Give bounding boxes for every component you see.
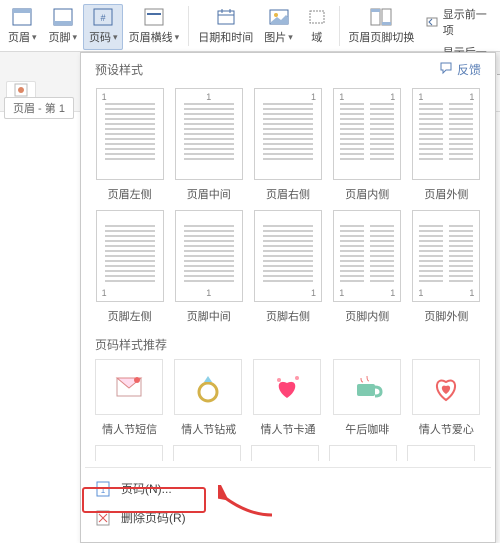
style-thumb[interactable]: [174, 359, 242, 415]
preset-label: 页脚左侧: [108, 308, 152, 324]
page-number-icon: #: [92, 7, 114, 27]
ribbon-footer-label: 页脚: [48, 29, 70, 45]
ribbon-separator: [339, 6, 340, 46]
page-number-menu-label: 页码(N)...: [121, 480, 172, 497]
style-thumb[interactable]: [333, 359, 401, 415]
preset-label: 页脚内侧: [345, 308, 389, 324]
preset-thumb[interactable]: 11: [412, 210, 480, 302]
style-thumb[interactable]: [253, 359, 321, 415]
style-thumb[interactable]: [95, 359, 163, 415]
page-number-small-icon: 1: [95, 481, 111, 497]
ribbon-page-number-label: 页码: [89, 29, 111, 45]
hf-switch-icon: [370, 7, 392, 27]
preset-title: 预设样式: [95, 61, 143, 78]
header-line-icon: [143, 7, 165, 27]
field-icon: [306, 7, 328, 27]
preset-label: 页脚中间: [187, 308, 231, 324]
ribbon-date-time-label: 日期和时间: [198, 29, 253, 45]
style-label: 情人节爱心: [412, 421, 481, 437]
style-label: 情人节短信: [95, 421, 164, 437]
feedback-link[interactable]: 反馈: [439, 61, 481, 78]
menu-separator: [85, 467, 491, 468]
preset-thumb[interactable]: 1: [96, 88, 164, 180]
ribbon-picture-label: 图片: [264, 29, 286, 45]
prev-icon: [426, 15, 439, 29]
feedback-label: 反馈: [457, 61, 481, 78]
ribbon-picture-button[interactable]: 图片▾: [258, 4, 298, 50]
ribbon-footer-button[interactable]: 页脚▾: [42, 4, 82, 50]
svg-text:1: 1: [101, 486, 106, 495]
show-prev-button[interactable]: 显示前一项: [421, 4, 498, 40]
delete-page-number-menu-item[interactable]: 删除页码(R): [81, 503, 495, 532]
ribbon-field-label: 域: [311, 29, 322, 45]
page-number-menu-item[interactable]: 1 页码(N)...: [81, 474, 495, 503]
preset-thumb[interactable]: 1: [254, 88, 322, 180]
style-label: 情人节钻戒: [174, 421, 243, 437]
picture-icon: [268, 7, 290, 27]
ribbon-header-button[interactable]: 页眉▾: [2, 4, 42, 50]
preset-label: 页脚右侧: [266, 308, 310, 324]
ribbon-date-time-button[interactable]: 日期和时间: [193, 4, 258, 50]
page-number-dropdown: 预设样式 反馈 1页眉左侧1页眉中间1页眉右侧11页眉内侧11页眉外侧 1页脚左…: [80, 52, 496, 543]
ribbon-hf-switch-label: 页眉页脚切换: [348, 29, 414, 45]
style-label: 午后咖啡: [333, 421, 402, 437]
ribbon-header-line-label: 页眉横线: [129, 29, 173, 45]
preset-thumb[interactable]: 11: [412, 88, 480, 180]
preset-label: 页眉内侧: [345, 186, 389, 202]
show-prev-label: 显示前一项: [443, 6, 493, 38]
preset-label: 页眉中间: [187, 186, 231, 202]
style-section-title: 页码样式推荐: [81, 326, 495, 355]
delete-page-number-icon: [95, 510, 111, 526]
delete-page-number-menu-label: 删除页码(R): [121, 509, 186, 526]
svg-text:#: #: [101, 13, 106, 23]
preset-label: 页眉外侧: [424, 186, 468, 202]
style-label: 情人节卡通: [253, 421, 322, 437]
preset-thumb[interactable]: 1: [96, 210, 164, 302]
preset-thumb[interactable]: 11: [333, 88, 401, 180]
preset-label: 页眉右侧: [266, 186, 310, 202]
ribbon-header-line-button[interactable]: 页眉横线▾: [123, 4, 184, 50]
ribbon-hf-switch-button[interactable]: 页眉页脚切换: [344, 4, 419, 50]
ribbon-header-label: 页眉: [8, 29, 30, 45]
ribbon-separator: [188, 6, 189, 46]
preset-thumb[interactable]: 1: [254, 210, 322, 302]
chat-icon: [439, 61, 453, 78]
preset-label: 页眉左侧: [108, 186, 152, 202]
preset-thumb[interactable]: 1: [175, 88, 243, 180]
header-icon: [11, 7, 33, 27]
preset-label: 页脚外侧: [424, 308, 468, 324]
preset-thumb[interactable]: 1: [175, 210, 243, 302]
ribbon-field-button[interactable]: 域: [299, 4, 335, 50]
ribbon-page-number-button[interactable]: # 页码▾: [83, 4, 123, 50]
header-section-tag: 页眉 - 第 1: [4, 97, 74, 119]
preset-thumb[interactable]: 11: [333, 210, 401, 302]
style-thumb[interactable]: [412, 359, 480, 415]
calendar-icon: [215, 7, 237, 27]
footer-icon: [52, 7, 74, 27]
